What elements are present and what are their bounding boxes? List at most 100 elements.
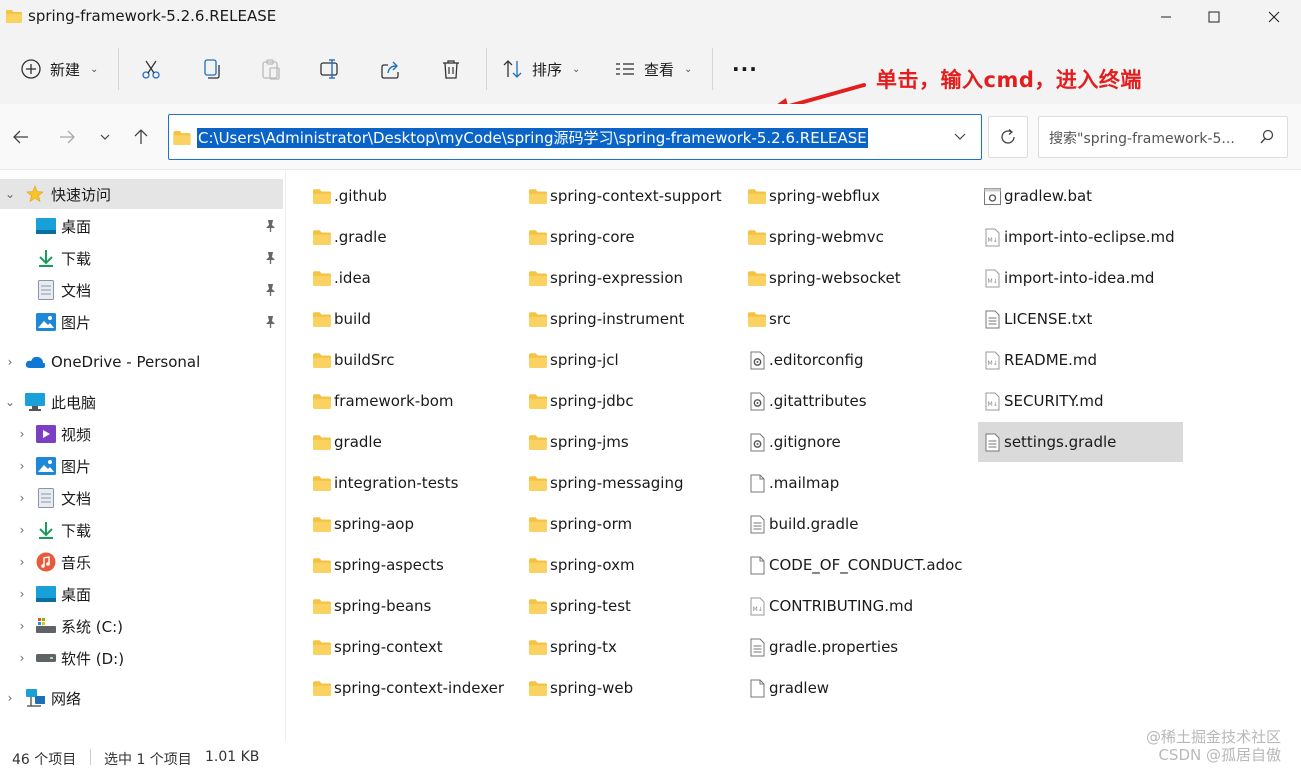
delete-button[interactable] bbox=[440, 52, 462, 86]
file-item[interactable]: gradlew bbox=[743, 668, 968, 708]
sidebar-item-downloads[interactable]: 下载 bbox=[0, 243, 283, 273]
sidebar-item-drive-c[interactable]: › 系统 (C:) bbox=[0, 611, 283, 641]
file-item[interactable]: M↓ import-into-idea.md bbox=[978, 258, 1183, 298]
sidebar-item-documents[interactable]: 文档 bbox=[0, 275, 283, 305]
folder-item[interactable]: spring-test bbox=[524, 586, 734, 626]
folder-item[interactable]: spring-context-indexer bbox=[308, 668, 518, 708]
sort-button[interactable]: 排序 ⌄ bbox=[502, 52, 580, 86]
maximize-button[interactable] bbox=[1191, 0, 1237, 34]
chevron-right-icon[interactable]: › bbox=[4, 355, 16, 369]
file-item[interactable]: M↓ CONTRIBUTING.md bbox=[743, 586, 968, 626]
file-item[interactable]: settings.gradle bbox=[978, 422, 1183, 462]
minimize-button[interactable] bbox=[1143, 0, 1189, 34]
folder-item[interactable]: spring-web bbox=[524, 668, 734, 708]
pin-icon[interactable] bbox=[263, 219, 277, 233]
chevron-right-icon[interactable]: › bbox=[16, 427, 28, 441]
chevron-right-icon[interactable]: › bbox=[4, 691, 16, 705]
folder-item[interactable]: spring-context bbox=[308, 627, 518, 667]
folder-item[interactable]: spring-jcl bbox=[524, 340, 734, 380]
sidebar-item-drive-d[interactable]: › 软件 (D:) bbox=[0, 643, 283, 673]
file-item[interactable]: M↓ SECURITY.md bbox=[978, 381, 1183, 421]
new-button[interactable]: 新建 ⌄ bbox=[20, 52, 98, 86]
sidebar-item-quick-access[interactable]: ⌄ 快速访问 bbox=[0, 179, 283, 209]
folder-item[interactable]: spring-websocket bbox=[743, 258, 968, 298]
address-bar[interactable]: C:\Users\Administrator\Desktop\myCode\sp… bbox=[168, 114, 982, 160]
folder-item[interactable]: spring-webflux bbox=[743, 176, 968, 216]
recent-locations-button[interactable] bbox=[90, 122, 120, 152]
folder-item[interactable]: gradle bbox=[308, 422, 518, 462]
folder-item[interactable]: spring-tx bbox=[524, 627, 734, 667]
folder-item[interactable]: spring-jdbc bbox=[524, 381, 734, 421]
sidebar-item-documents-pc[interactable]: › 文档 bbox=[0, 483, 283, 513]
back-button[interactable] bbox=[6, 122, 36, 152]
chevron-right-icon[interactable]: › bbox=[16, 459, 28, 473]
file-item[interactable]: M↓ README.md bbox=[978, 340, 1183, 380]
sidebar-item-music[interactable]: › 音乐 bbox=[0, 547, 283, 577]
folder-item[interactable]: spring-beans bbox=[308, 586, 518, 626]
refresh-button[interactable] bbox=[988, 116, 1028, 158]
up-button[interactable] bbox=[126, 122, 156, 152]
chevron-right-icon[interactable]: › bbox=[16, 555, 28, 569]
folder-item[interactable]: spring-instrument bbox=[524, 299, 734, 339]
chevron-down-icon[interactable]: ⌄ bbox=[4, 187, 16, 201]
copy-button[interactable] bbox=[200, 52, 222, 86]
file-item[interactable]: CODE_OF_CONDUCT.adoc bbox=[743, 545, 968, 585]
folder-item[interactable]: spring-jms bbox=[524, 422, 734, 462]
folder-item[interactable]: spring-expression bbox=[524, 258, 734, 298]
chevron-down-icon[interactable] bbox=[953, 129, 967, 143]
sidebar-item-this-pc[interactable]: ⌄ 此电脑 bbox=[0, 387, 283, 417]
folder-item[interactable]: build bbox=[308, 299, 518, 339]
folder-item[interactable]: spring-core bbox=[524, 217, 734, 257]
folder-item[interactable]: spring-context-support bbox=[524, 176, 734, 216]
share-button[interactable] bbox=[380, 52, 402, 86]
file-item[interactable]: gradlew.bat bbox=[978, 176, 1183, 216]
folder-item[interactable]: integration-tests bbox=[308, 463, 518, 503]
pin-icon[interactable] bbox=[263, 315, 277, 329]
cut-button[interactable] bbox=[140, 52, 162, 86]
chevron-right-icon[interactable]: › bbox=[16, 523, 28, 537]
sidebar-item-pictures-pc[interactable]: › 图片 bbox=[0, 451, 283, 481]
sidebar-item-onedrive[interactable]: › OneDrive - Personal bbox=[0, 347, 283, 377]
folder-item[interactable]: spring-oxm bbox=[524, 545, 734, 585]
file-item[interactable]: gradle.properties bbox=[743, 627, 968, 667]
file-item[interactable]: M↓ import-into-eclipse.md bbox=[978, 217, 1183, 257]
file-item[interactable]: .gitignore bbox=[743, 422, 968, 462]
pin-icon[interactable] bbox=[263, 283, 277, 297]
sidebar-item-downloads-pc[interactable]: › 下载 bbox=[0, 515, 283, 545]
folder-item[interactable]: src bbox=[743, 299, 968, 339]
sidebar-item-desktop[interactable]: 桌面 bbox=[0, 211, 283, 241]
file-item[interactable]: build.gradle bbox=[743, 504, 968, 544]
sidebar-item-desktop-pc[interactable]: › 桌面 bbox=[0, 579, 283, 609]
folder-item[interactable]: .github bbox=[308, 176, 518, 216]
chevron-right-icon[interactable]: › bbox=[16, 651, 28, 665]
chevron-down-icon[interactable]: ⌄ bbox=[4, 395, 16, 409]
folder-item[interactable]: spring-webmvc bbox=[743, 217, 968, 257]
file-item[interactable]: .mailmap bbox=[743, 463, 968, 503]
sidebar-item-videos[interactable]: › 视频 bbox=[0, 419, 283, 449]
file-item[interactable]: LICENSE.txt bbox=[978, 299, 1183, 339]
chevron-right-icon[interactable]: › bbox=[16, 619, 28, 633]
chevron-right-icon[interactable]: › bbox=[16, 587, 28, 601]
file-item[interactable]: .gitattributes bbox=[743, 381, 968, 421]
folder-item[interactable]: framework-bom bbox=[308, 381, 518, 421]
paste-button[interactable] bbox=[260, 52, 282, 86]
pin-icon[interactable] bbox=[263, 251, 277, 265]
folder-item[interactable]: spring-messaging bbox=[524, 463, 734, 503]
folder-item[interactable]: buildSrc bbox=[308, 340, 518, 380]
sidebar-item-network[interactable]: › 网络 bbox=[0, 683, 283, 713]
folder-item[interactable]: .gradle bbox=[308, 217, 518, 257]
chevron-right-icon[interactable]: › bbox=[16, 491, 28, 505]
folder-item[interactable]: spring-aspects bbox=[308, 545, 518, 585]
address-path[interactable]: C:\Users\Administrator\Desktop\myCode\sp… bbox=[197, 128, 868, 148]
more-options-button[interactable]: ··· bbox=[732, 52, 758, 86]
forward-button[interactable] bbox=[52, 122, 82, 152]
sidebar-item-pictures[interactable]: 图片 bbox=[0, 307, 283, 337]
folder-item[interactable]: .idea bbox=[308, 258, 518, 298]
file-item[interactable]: .editorconfig bbox=[743, 340, 968, 380]
search-input[interactable]: 搜索"spring-framework-5... bbox=[1038, 116, 1288, 158]
rename-button[interactable] bbox=[320, 52, 342, 86]
view-button[interactable]: 查看 ⌄ bbox=[614, 52, 692, 86]
folder-item[interactable]: spring-orm bbox=[524, 504, 734, 544]
folder-item[interactable]: spring-aop bbox=[308, 504, 518, 544]
close-button[interactable] bbox=[1251, 0, 1297, 34]
